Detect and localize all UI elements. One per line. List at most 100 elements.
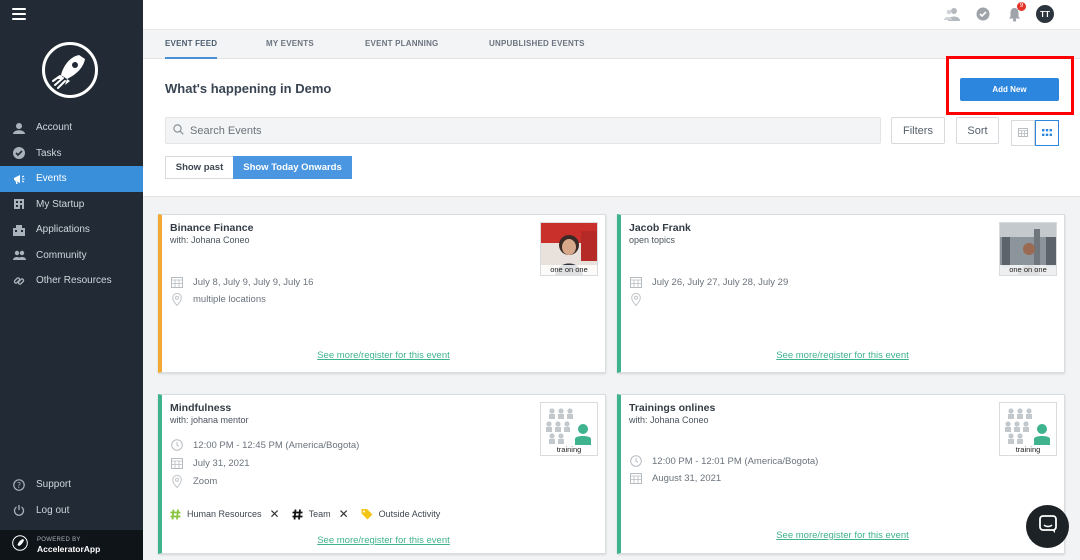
event-location: multiple locations <box>193 293 266 305</box>
tag-label: Outside Activity <box>378 509 441 519</box>
event-feed: Binance Finance with: Johana Coneo one o… <box>143 196 1080 560</box>
sidebar-item-applications[interactable]: Applications <box>0 217 143 243</box>
people-icon[interactable] <box>943 5 961 23</box>
tab-event-feed[interactable]: EVENT FEED <box>165 39 218 59</box>
event-dates: July 8, July 9, July 9, July 16 <box>193 276 314 288</box>
check-circle-icon[interactable] <box>974 5 992 23</box>
event-card-jacob-frank[interactable]: Jacob Frank open topics one on one July … <box>617 214 1065 373</box>
rocket-small-icon <box>12 534 28 556</box>
event-thumbnail: training <box>540 402 598 456</box>
sidebar-item-logout[interactable]: Log out <box>0 498 143 524</box>
sidebar-item-my-startup[interactable]: My Startup <box>0 192 143 218</box>
menu-icon[interactable] <box>12 8 26 20</box>
tab-my-events[interactable]: MY EVENTS <box>266 39 314 48</box>
avatar[interactable]: TT <box>1036 5 1054 23</box>
sidebar-item-account[interactable]: Account <box>0 115 143 141</box>
event-tabs: EVENT FEED MY EVENTS EVENT PLANNING UNPU… <box>143 30 1080 59</box>
event-dates: July 26, July 27, July 28, July 29 <box>652 276 789 288</box>
tab-unpublished-events[interactable]: UNPUBLISHED EVENTS <box>489 39 585 48</box>
bell-icon[interactable]: 9 <box>1005 2 1026 23</box>
check-circle-icon <box>12 146 26 160</box>
event-time-row: 12:00 PM - 12:45 PM (America/Bogota) <box>170 438 359 452</box>
sidebar-item-community[interactable]: Community <box>0 243 143 269</box>
add-new-button[interactable]: Add New <box>960 78 1059 101</box>
event-date-row: July 31, 2021 <box>170 456 250 470</box>
event-time: 12:00 PM - 12:45 PM (America/Bogota) <box>193 439 360 451</box>
event-type-label: one on one <box>1000 265 1056 275</box>
event-type-label: training <box>1000 445 1056 455</box>
see-more-register-link[interactable]: See more/register for this event <box>621 350 1064 361</box>
tag-human-resources: Human Resources ✕ <box>170 507 280 521</box>
power-icon <box>12 503 26 517</box>
event-title: Binance Finance <box>170 222 254 234</box>
event-time: 12:00 PM - 12:01 PM (America/Bogota) <box>652 455 819 467</box>
see-more-register-link[interactable]: See more/register for this event <box>621 530 1064 541</box>
chat-button[interactable] <box>1026 505 1069 548</box>
event-subtitle: open topics <box>629 235 676 245</box>
rocket-logo[interactable] <box>42 42 98 98</box>
close-icon[interactable]: ✕ <box>339 507 349 521</box>
calendar-icon <box>629 471 643 485</box>
chat-icon <box>1038 514 1058 539</box>
show-today-onwards-toggle[interactable]: Show Today Onwards <box>233 156 352 179</box>
event-card-binance-finance[interactable]: Binance Finance with: Johana Coneo one o… <box>158 214 606 373</box>
sidebar-item-label: Other Resources <box>36 275 112 287</box>
help-icon: ? <box>12 478 26 492</box>
sidebar-item-events[interactable]: Events <box>0 166 143 192</box>
show-past-toggle[interactable]: Show past <box>165 156 234 179</box>
event-tags: Human Resources ✕ Team ✕ Outside Activit… <box>170 507 452 521</box>
search-bar <box>165 117 881 144</box>
event-thumbnail: training <box>999 402 1057 456</box>
tag-team: Team ✕ <box>292 507 349 521</box>
filters-button[interactable]: Filters <box>891 117 945 144</box>
calendar-view-button[interactable] <box>1011 120 1035 146</box>
powered-by-label: POWERED BY <box>37 536 81 543</box>
event-title: Mindfulness <box>170 402 232 414</box>
sidebar: Account Tasks Events My Startup Applicat… <box>0 0 143 560</box>
powered-by: POWERED BY AcceleratorApp <box>0 530 143 560</box>
event-date-row: August 31, 2021 <box>629 471 721 485</box>
search-input[interactable] <box>190 124 870 137</box>
event-subtitle: with: Johana Coneo <box>629 415 709 425</box>
sidebar-item-other-resources[interactable]: Other Resources <box>0 268 143 294</box>
page-title: What's happening in Demo <box>165 81 332 96</box>
see-more-register-link[interactable]: See more/register for this event <box>162 350 605 361</box>
sidebar-item-label: Log out <box>36 504 70 516</box>
event-thumbnail: one on one <box>540 222 598 276</box>
close-icon[interactable]: ✕ <box>270 507 280 521</box>
calendar-icon <box>1018 124 1028 142</box>
sidebar-item-label: Applications <box>36 224 90 236</box>
event-subtitle: with: johana mentor <box>170 415 249 425</box>
event-dates-row: July 26, July 27, July 28, July 29 <box>629 275 788 289</box>
event-type-label: one on one <box>541 265 597 275</box>
sidebar-item-tasks[interactable]: Tasks <box>0 141 143 167</box>
sidebar-item-label: Account <box>36 122 73 134</box>
link-icon <box>12 274 26 288</box>
event-location-row <box>629 292 652 306</box>
sidebar-item-support[interactable]: ? Support <box>0 472 143 498</box>
tab-event-planning[interactable]: EVENT PLANNING <box>365 39 438 48</box>
tag-label: Team <box>308 509 331 519</box>
notification-badge: 9 <box>1017 2 1026 11</box>
powered-by-brand: AcceleratorApp <box>37 543 101 554</box>
sidebar-item-label: Events <box>36 173 67 185</box>
sort-button[interactable]: Sort <box>956 117 999 144</box>
see-more-register-link[interactable]: See more/register for this event <box>162 535 605 546</box>
grid-view-button[interactable] <box>1035 120 1059 146</box>
event-location-row: multiple locations <box>170 292 266 306</box>
sidebar-item-label: Support <box>36 479 72 491</box>
event-thumbnail: one on one <box>999 222 1057 276</box>
clock-icon <box>170 438 184 452</box>
event-time-row: 12:00 PM - 12:01 PM (America/Bogota) <box>629 454 818 468</box>
top-bar: 9 TT <box>143 0 1080 30</box>
svg-text:?: ? <box>17 481 21 490</box>
search-icon <box>173 122 184 140</box>
sidebar-bottom-nav: ? Support Log out <box>0 472 143 523</box>
building-icon <box>12 197 26 211</box>
sidebar-nav: Account Tasks Events My Startup Applicat… <box>0 115 143 294</box>
calendar-icon <box>629 275 643 289</box>
event-card-mindfulness[interactable]: Mindfulness with: johana mentor training <box>158 394 606 554</box>
calendar-icon <box>170 456 184 470</box>
event-card-trainings-onlines[interactable]: Trainings onlines with: Johana Coneo tra… <box>617 394 1065 554</box>
user-icon <box>12 121 26 135</box>
